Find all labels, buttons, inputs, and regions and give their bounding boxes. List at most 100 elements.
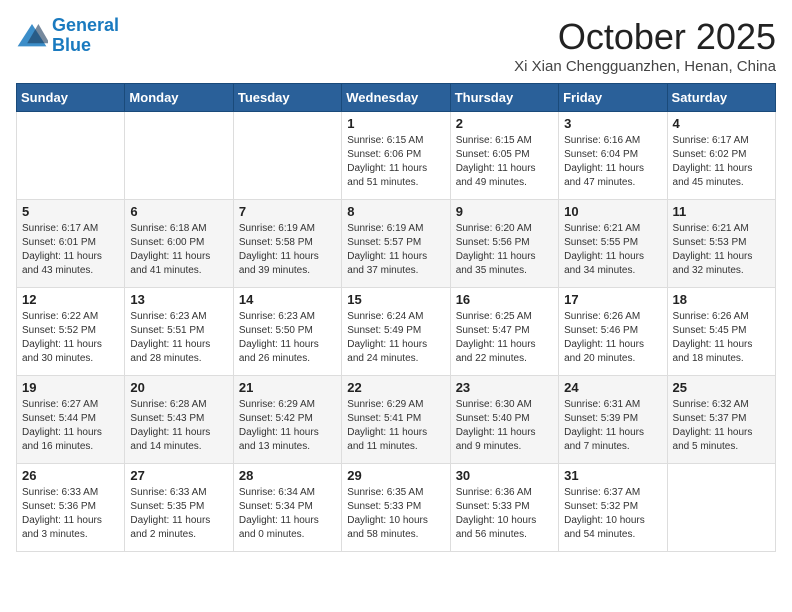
calendar-cell: 3 Sunrise: 6:16 AM Sunset: 6:04 PM Daylig…: [559, 112, 667, 200]
calendar-cell: 4 Sunrise: 6:17 AM Sunset: 6:02 PM Daylig…: [667, 112, 775, 200]
calendar-cell: 6Sunrise: 6:18 AM Sunset: 6:00 PM Daylig…: [125, 200, 233, 288]
day-info: Sunrise: 6:32 AM Sunset: 5:37 PM Dayligh…: [673, 398, 770, 454]
day-info: Sunrise: 6:24 AM Sunset: 5:49 PM Dayligh…: [347, 310, 444, 366]
day-number: 22: [347, 380, 444, 395]
day-info: Sunrise: 6:37 AM Sunset: 5:32 PM Dayligh…: [564, 486, 661, 542]
calendar-cell: 5Sunrise: 6:17 AM Sunset: 6:01 PM Daylig…: [17, 200, 125, 288]
logo-icon: [16, 22, 48, 50]
day-info: Sunrise: 6:15 AM Sunset: 6:05 PM Dayligh…: [456, 134, 553, 190]
day-info: Sunrise: 6:15 AM Sunset: 6:06 PM Dayligh…: [347, 134, 444, 190]
weekday-header-friday: Friday: [559, 84, 667, 112]
calendar-cell: 23Sunrise: 6:30 AM Sunset: 5:40 PM Dayli…: [450, 376, 558, 464]
day-info: Sunrise: 6:16 AM Sunset: 6:04 PM Dayligh…: [564, 134, 661, 190]
calendar-cell: 21 Sunrise: 6:29 AM Sunset: 5:42 PM Dayli…: [233, 376, 341, 464]
calendar-cell: 10 Sunrise: 6:21 AM Sunset: 5:55 PM Dayli…: [559, 200, 667, 288]
day-number: 11: [673, 204, 770, 219]
calendar-cell: 29 Sunrise: 6:35 AM Sunset: 5:33 PM Dayli…: [342, 464, 450, 552]
calendar-cell: [125, 112, 233, 200]
day-info: Sunrise: 6:19 AM Sunset: 5:57 PM Dayligh…: [347, 222, 444, 278]
day-number: 24: [564, 380, 661, 395]
day-info: Sunrise: 6:35 AM Sunset: 5:33 PM Dayligh…: [347, 486, 444, 542]
calendar-cell: 26 Sunrise: 6:33 AM Sunset: 5:36 PM Dayli…: [17, 464, 125, 552]
day-info: Sunrise: 6:27 AM Sunset: 5:44 PM Dayligh…: [22, 398, 119, 454]
day-info: Sunrise: 6:20 AM Sunset: 5:56 PM Dayligh…: [456, 222, 553, 278]
day-number: 27: [130, 468, 227, 483]
month-title: October 2025: [514, 16, 776, 58]
day-number: 29: [347, 468, 444, 483]
day-number: 8: [347, 204, 444, 219]
day-info: Sunrise: 6:23 AM Sunset: 5:51 PM Dayligh…: [130, 310, 227, 366]
calendar-cell: 15 Sunrise: 6:24 AM Sunset: 5:49 PM Dayli…: [342, 288, 450, 376]
day-number: 4: [673, 116, 770, 131]
calendar-cell: [667, 464, 775, 552]
day-number: 2: [456, 116, 553, 131]
weekday-header-sunday: Sunday: [17, 84, 125, 112]
weekday-header-thursday: Thursday: [450, 84, 558, 112]
day-info: Sunrise: 6:21 AM Sunset: 5:55 PM Dayligh…: [564, 222, 661, 278]
calendar-cell: 25 Sunrise: 6:32 AM Sunset: 5:37 PM Dayli…: [667, 376, 775, 464]
calendar-cell: [233, 112, 341, 200]
day-number: 20: [130, 380, 227, 395]
day-info: Sunrise: 6:25 AM Sunset: 5:47 PM Dayligh…: [456, 310, 553, 366]
calendar-cell: 8 Sunrise: 6:19 AM Sunset: 5:57 PM Daylig…: [342, 200, 450, 288]
calendar-cell: [17, 112, 125, 200]
calendar-cell: 1Sunrise: 6:15 AM Sunset: 6:06 PM Daylig…: [342, 112, 450, 200]
day-info: Sunrise: 6:28 AM Sunset: 5:43 PM Dayligh…: [130, 398, 227, 454]
day-number: 19: [22, 380, 119, 395]
day-number: 23: [456, 380, 553, 395]
day-info: Sunrise: 6:22 AM Sunset: 5:52 PM Dayligh…: [22, 310, 119, 366]
location: Xi Xian Chengguanzhen, Henan, China: [514, 58, 776, 75]
calendar-cell: 27Sunrise: 6:33 AM Sunset: 5:35 PM Dayli…: [125, 464, 233, 552]
day-number: 17: [564, 292, 661, 307]
calendar-cell: 12Sunrise: 6:22 AM Sunset: 5:52 PM Dayli…: [17, 288, 125, 376]
day-info: Sunrise: 6:26 AM Sunset: 5:46 PM Dayligh…: [564, 310, 661, 366]
day-number: 30: [456, 468, 553, 483]
day-number: 10: [564, 204, 661, 219]
day-info: Sunrise: 6:31 AM Sunset: 5:39 PM Dayligh…: [564, 398, 661, 454]
calendar-table: SundayMondayTuesdayWednesdayThursdayFrid…: [16, 83, 776, 552]
day-number: 26: [22, 468, 119, 483]
calendar-week-row: 26 Sunrise: 6:33 AM Sunset: 5:36 PM Dayli…: [17, 464, 776, 552]
day-number: 3: [564, 116, 661, 131]
calendar-cell: 14 Sunrise: 6:23 AM Sunset: 5:50 PM Dayli…: [233, 288, 341, 376]
calendar-cell: 28 Sunrise: 6:34 AM Sunset: 5:34 PM Dayli…: [233, 464, 341, 552]
calendar-cell: 24 Sunrise: 6:31 AM Sunset: 5:39 PM Dayli…: [559, 376, 667, 464]
day-number: 13: [130, 292, 227, 307]
day-info: Sunrise: 6:18 AM Sunset: 6:00 PM Dayligh…: [130, 222, 227, 278]
calendar-header-row: SundayMondayTuesdayWednesdayThursdayFrid…: [17, 84, 776, 112]
day-number: 21: [239, 380, 336, 395]
calendar-cell: 18Sunrise: 6:26 AM Sunset: 5:45 PM Dayli…: [667, 288, 775, 376]
day-info: Sunrise: 6:23 AM Sunset: 5:50 PM Dayligh…: [239, 310, 336, 366]
calendar-week-row: 1Sunrise: 6:15 AM Sunset: 6:06 PM Daylig…: [17, 112, 776, 200]
weekday-header-tuesday: Tuesday: [233, 84, 341, 112]
weekday-header-saturday: Saturday: [667, 84, 775, 112]
calendar-cell: 19 Sunrise: 6:27 AM Sunset: 5:44 PM Dayli…: [17, 376, 125, 464]
calendar-week-row: 5Sunrise: 6:17 AM Sunset: 6:01 PM Daylig…: [17, 200, 776, 288]
day-number: 28: [239, 468, 336, 483]
day-number: 25: [673, 380, 770, 395]
day-info: Sunrise: 6:33 AM Sunset: 5:36 PM Dayligh…: [22, 486, 119, 542]
day-info: Sunrise: 6:36 AM Sunset: 5:33 PM Dayligh…: [456, 486, 553, 542]
day-info: Sunrise: 6:29 AM Sunset: 5:42 PM Dayligh…: [239, 398, 336, 454]
day-info: Sunrise: 6:34 AM Sunset: 5:34 PM Dayligh…: [239, 486, 336, 542]
calendar-cell: 7Sunrise: 6:19 AM Sunset: 5:58 PM Daylig…: [233, 200, 341, 288]
day-number: 14: [239, 292, 336, 307]
calendar-cell: 2 Sunrise: 6:15 AM Sunset: 6:05 PM Daylig…: [450, 112, 558, 200]
weekday-header-wednesday: Wednesday: [342, 84, 450, 112]
title-block: October 2025 Xi Xian Chengguanzhen, Hena…: [514, 16, 776, 75]
day-info: Sunrise: 6:26 AM Sunset: 5:45 PM Dayligh…: [673, 310, 770, 366]
calendar-cell: 13 Sunrise: 6:23 AM Sunset: 5:51 PM Dayli…: [125, 288, 233, 376]
calendar-cell: 17 Sunrise: 6:26 AM Sunset: 5:46 PM Dayli…: [559, 288, 667, 376]
calendar-cell: 22 Sunrise: 6:29 AM Sunset: 5:41 PM Dayli…: [342, 376, 450, 464]
calendar-cell: 9Sunrise: 6:20 AM Sunset: 5:56 PM Daylig…: [450, 200, 558, 288]
calendar-cell: 16 Sunrise: 6:25 AM Sunset: 5:47 PM Dayli…: [450, 288, 558, 376]
day-number: 5: [22, 204, 119, 219]
day-info: Sunrise: 6:29 AM Sunset: 5:41 PM Dayligh…: [347, 398, 444, 454]
day-number: 15: [347, 292, 444, 307]
day-info: Sunrise: 6:17 AM Sunset: 6:02 PM Dayligh…: [673, 134, 770, 190]
logo-text: General Blue: [52, 16, 119, 56]
calendar-cell: 31Sunrise: 6:37 AM Sunset: 5:32 PM Dayli…: [559, 464, 667, 552]
calendar-cell: 20 Sunrise: 6:28 AM Sunset: 5:43 PM Dayli…: [125, 376, 233, 464]
calendar-cell: 30 Sunrise: 6:36 AM Sunset: 5:33 PM Dayli…: [450, 464, 558, 552]
day-number: 16: [456, 292, 553, 307]
